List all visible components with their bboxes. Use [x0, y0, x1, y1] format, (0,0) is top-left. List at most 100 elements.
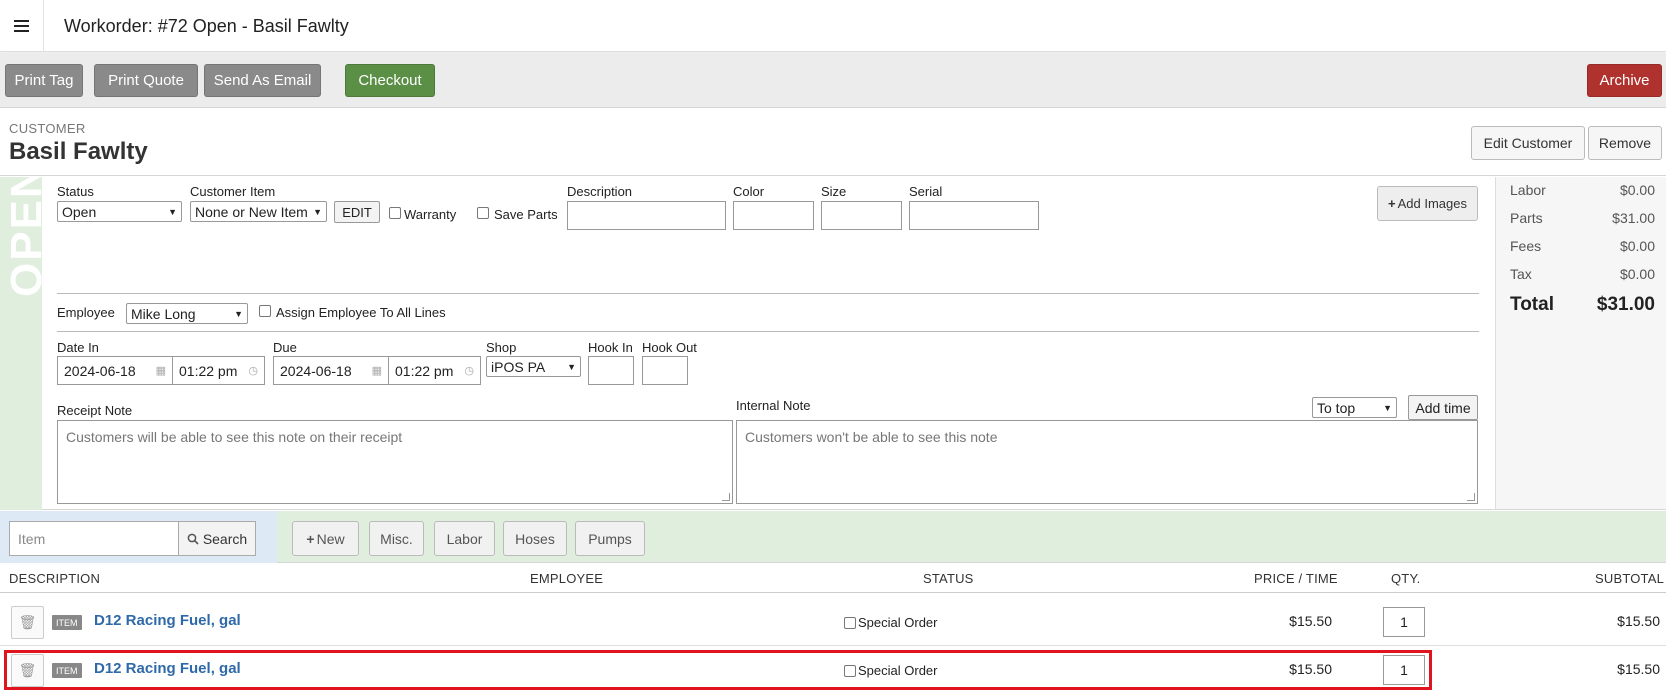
color-input[interactable]	[733, 201, 814, 230]
date-in-input[interactable]: 2024-06-18 ▦	[57, 356, 173, 385]
assign-all-label: Assign Employee To All Lines	[276, 305, 446, 320]
plus-icon: +	[1388, 196, 1396, 211]
add-time-button[interactable]: Add time	[1408, 395, 1478, 420]
action-toolbar: Print Tag Print Quote Send As Email Chec…	[0, 53, 1666, 108]
labor-total-label: Labor	[1510, 182, 1546, 198]
due-label: Due	[273, 340, 297, 355]
col-price-time: PRICE / TIME	[1254, 571, 1338, 586]
qty-input[interactable]: 1	[1383, 655, 1425, 685]
search-button[interactable]: Search	[178, 521, 256, 556]
note-position-select[interactable]: To top ▼	[1312, 397, 1397, 418]
delete-line-button[interactable]: 🗑	[11, 606, 44, 639]
totals-panel: Labor $0.00 Parts $31.00 Fees $0.00 Tax …	[1495, 177, 1666, 510]
save-parts-label: Save Parts	[494, 207, 558, 222]
hoses-button[interactable]: Hoses	[503, 521, 567, 556]
warranty-label: Warranty	[404, 207, 457, 222]
checkout-button[interactable]: Checkout	[345, 64, 435, 97]
item-link[interactable]: D12 Racing Fuel, gal	[94, 612, 241, 629]
divider	[57, 293, 1479, 294]
customer-item-value: None or New Item	[195, 203, 308, 220]
special-order-label: Special Order	[858, 663, 938, 678]
serial-input[interactable]	[909, 201, 1039, 230]
customer-name[interactable]: Basil Fawlty	[9, 138, 148, 166]
add-images-button[interactable]: + Add Images	[1377, 186, 1478, 221]
date-in-value: 2024-06-18	[64, 362, 136, 379]
item-link[interactable]: D12 Racing Fuel, gal	[94, 660, 241, 677]
col-subtotal: SUBTOTAL	[1595, 571, 1665, 586]
col-employee: EMPLOYEE	[530, 571, 604, 586]
workorder-panel: OPEN Status Open ▼ Customer Item None or…	[0, 177, 1495, 510]
customer-item-select[interactable]: None or New Item ▼	[190, 201, 327, 222]
receipt-note-label: Receipt Note	[57, 403, 133, 418]
size-input[interactable]	[821, 201, 902, 230]
shop-label: Shop	[486, 340, 517, 355]
pumps-button[interactable]: Pumps	[575, 521, 645, 556]
new-item-button[interactable]: + New	[292, 521, 359, 556]
tax-total-label: Tax	[1510, 266, 1532, 282]
hook-in-input[interactable]	[588, 356, 634, 385]
due-time-input[interactable]: 01:22 pm ◷	[388, 356, 481, 385]
grand-total-row: Total $31.00	[1510, 294, 1655, 316]
hook-out-label: Hook Out	[642, 340, 697, 355]
special-order-checkbox[interactable]	[844, 664, 856, 677]
edit-customer-button[interactable]: Edit Customer	[1471, 126, 1585, 160]
status-select[interactable]: Open ▼	[57, 201, 182, 222]
time-in-value: 01:22 pm	[179, 362, 238, 379]
delete-line-button[interactable]: 🗑	[11, 654, 44, 687]
note-position-value: To top	[1317, 399, 1356, 416]
clock-icon: ◷	[248, 365, 258, 377]
line-subtotal: $15.50	[1617, 613, 1660, 629]
save-parts-checkbox[interactable]	[477, 207, 489, 219]
col-description: DESCRIPTION	[9, 571, 101, 586]
receipt-note-textarea[interactable]: Customers will be able to see this note …	[57, 420, 733, 504]
tax-total-row: Tax $0.00	[1510, 266, 1655, 282]
resize-grip-icon[interactable]	[722, 493, 730, 501]
labor-total-value: $0.00	[1619, 182, 1655, 198]
status-strip-text: OPEN	[2, 177, 42, 297]
grand-total-value: $31.00	[1596, 294, 1655, 315]
special-order-checkbox[interactable]	[844, 616, 856, 629]
menu-button[interactable]	[0, 0, 44, 52]
status-select-value: Open	[62, 203, 97, 220]
labor-button[interactable]: Labor	[434, 521, 495, 556]
internal-note-label: Internal Note	[736, 398, 811, 413]
line-subtotal: $15.50	[1617, 661, 1660, 677]
description-input[interactable]	[567, 201, 726, 230]
item-search-input[interactable]: Item	[9, 521, 179, 556]
item-search: Item Search	[0, 511, 277, 563]
parts-total-value: $31.00	[1612, 210, 1655, 226]
print-quote-button[interactable]: Print Quote	[94, 64, 198, 97]
status-strip: OPEN	[0, 177, 42, 510]
hook-out-input[interactable]	[642, 356, 688, 385]
employee-select[interactable]: Mike Long ▼	[126, 303, 248, 324]
customer-label: CUSTOMER	[9, 121, 86, 136]
assign-all-checkbox[interactable]	[259, 305, 271, 317]
internal-note-textarea[interactable]: Customers won't be able to see this note	[736, 420, 1478, 504]
special-order-toggle[interactable]: Special Order	[844, 615, 937, 630]
archive-button[interactable]: Archive	[1587, 64, 1662, 97]
internal-note-placeholder: Customers won't be able to see this note	[745, 429, 998, 445]
item-bar: Item Search + New Misc. Labor Hoses Pump…	[0, 511, 1666, 563]
special-order-toggle[interactable]: Special Order	[844, 663, 937, 678]
item-search-placeholder: Item	[18, 530, 46, 547]
add-images-label: Add Images	[1397, 196, 1467, 211]
table-row: 🗑 ITEM D12 Racing Fuel, gal Special Orde…	[0, 599, 1666, 646]
col-qty: QTY.	[1391, 571, 1421, 586]
resize-grip-icon[interactable]	[1467, 493, 1475, 501]
parts-total-row: Parts $31.00	[1510, 210, 1655, 226]
misc-button[interactable]: Misc.	[369, 521, 424, 556]
divider	[57, 331, 1479, 332]
due-date-input[interactable]: 2024-06-18 ▦	[273, 356, 389, 385]
warranty-checkbox[interactable]	[389, 207, 401, 219]
edit-item-button[interactable]: EDIT	[334, 201, 380, 223]
serial-label: Serial	[909, 184, 943, 199]
clock-icon: ◷	[464, 365, 474, 377]
table-row: 🗑 ITEM D12 Racing Fuel, gal Special Orde…	[0, 647, 1666, 692]
remove-customer-button[interactable]: Remove	[1588, 126, 1662, 160]
search-icon	[187, 533, 199, 545]
send-as-email-button[interactable]: Send As Email	[204, 64, 321, 97]
print-tag-button[interactable]: Print Tag	[5, 64, 83, 97]
qty-input[interactable]: 1	[1383, 607, 1425, 637]
shop-select[interactable]: iPOS PA ▼	[486, 356, 581, 377]
time-in-input[interactable]: 01:22 pm ◷	[172, 356, 265, 385]
